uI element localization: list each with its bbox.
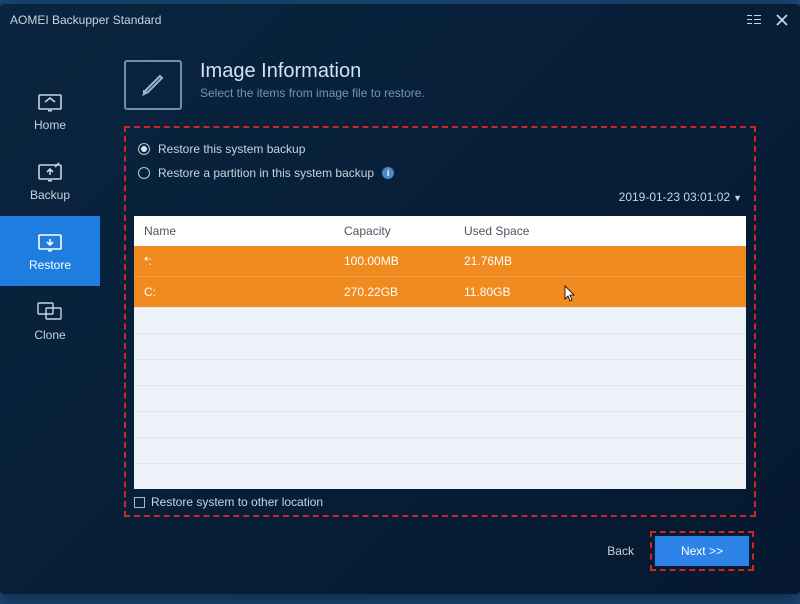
highlighted-next: Next >> — [650, 531, 754, 571]
radio-label-2: Restore a partition in this system backu… — [158, 166, 374, 180]
clone-icon — [37, 300, 63, 322]
page-icon — [124, 60, 182, 110]
radio-label-1: Restore this system backup — [158, 142, 305, 156]
timestamp-dropdown[interactable]: 2019-01-23 03:01:02▼ — [138, 190, 742, 204]
page-title: Image Information — [200, 60, 425, 83]
checkbox-icon — [134, 497, 145, 508]
back-button[interactable]: Back — [607, 544, 634, 558]
sidebar-label-restore: Restore — [29, 258, 71, 272]
radio-restore-system[interactable]: Restore this system backup — [138, 142, 742, 156]
titlebar: AOMEI Backupper Standard — [0, 4, 800, 36]
partition-table: Name Capacity Used Space *: 100.00MB 21.… — [134, 216, 746, 489]
app-window: AOMEI Backupper Standard Home Backup Res… — [0, 4, 800, 594]
sidebar-item-home[interactable]: Home — [0, 76, 100, 146]
page-subtitle: Select the items from image file to rest… — [200, 86, 425, 100]
backup-icon — [37, 160, 63, 182]
radio-icon — [138, 167, 150, 179]
chevron-down-icon: ▼ — [733, 193, 742, 203]
menu-icon[interactable] — [746, 12, 762, 28]
table-row[interactable]: C: 270.22GB 11.80GB — [134, 276, 746, 307]
highlighted-area: Restore this system backup Restore a par… — [124, 126, 756, 517]
sidebar-item-clone[interactable]: Clone — [0, 286, 100, 356]
table-row-empty — [134, 437, 746, 463]
table-row-empty — [134, 385, 746, 411]
sidebar-label-clone: Clone — [34, 328, 65, 342]
sidebar: Home Backup Restore Clone — [0, 36, 100, 594]
radio-restore-partition[interactable]: Restore a partition in this system backu… — [138, 166, 742, 180]
footer: Back Next >> — [124, 517, 756, 571]
info-icon[interactable]: i — [382, 167, 394, 179]
table-row-empty — [134, 411, 746, 437]
restore-other-location-checkbox[interactable]: Restore system to other location — [134, 495, 746, 509]
close-icon[interactable] — [774, 12, 790, 28]
table-row-empty — [134, 307, 746, 333]
table-row[interactable]: *: 100.00MB 21.76MB — [134, 246, 746, 276]
home-icon — [37, 90, 63, 112]
next-button[interactable]: Next >> — [655, 536, 749, 566]
sidebar-label-home: Home — [34, 118, 66, 132]
main-content: Image Information Select the items from … — [100, 36, 800, 594]
col-name: Name — [134, 216, 334, 246]
col-capacity: Capacity — [334, 216, 454, 246]
table-header: Name Capacity Used Space — [134, 216, 746, 246]
table-row-empty — [134, 359, 746, 385]
timestamp-value: 2019-01-23 03:01:02 — [619, 190, 730, 204]
sidebar-item-restore[interactable]: Restore — [0, 216, 100, 286]
sidebar-item-backup[interactable]: Backup — [0, 146, 100, 216]
checkbox-label: Restore system to other location — [151, 495, 323, 509]
sidebar-label-backup: Backup — [30, 188, 70, 202]
col-used: Used Space — [454, 216, 746, 246]
cursor-icon — [564, 285, 576, 303]
radio-icon — [138, 143, 150, 155]
restore-icon — [37, 230, 63, 252]
app-title: AOMEI Backupper Standard — [10, 13, 746, 27]
table-row-empty — [134, 463, 746, 489]
table-row-empty — [134, 333, 746, 359]
